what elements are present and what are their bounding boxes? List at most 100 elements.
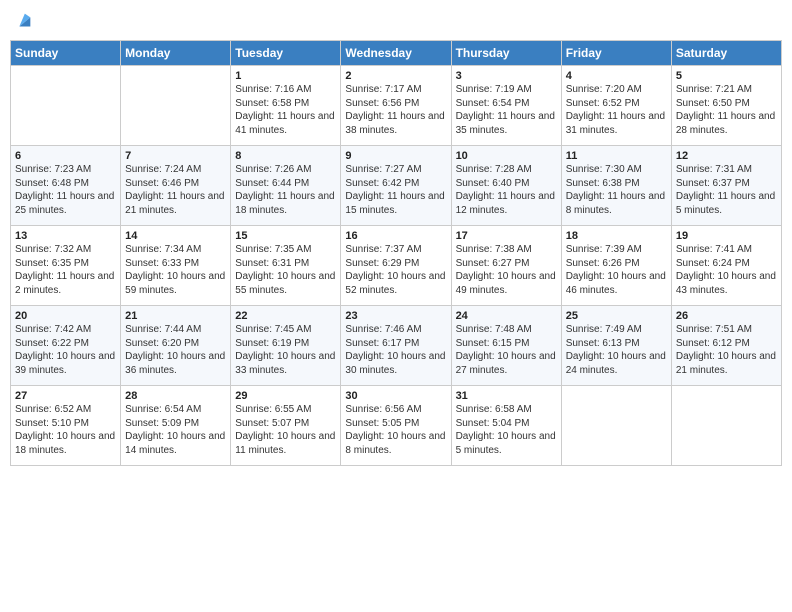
day-info: Sunrise: 7:24 AM Sunset: 6:46 PM Dayligh… (125, 163, 226, 217)
header-friday: Friday (561, 41, 671, 66)
day-info: Sunrise: 7:37 AM Sunset: 6:29 PM Dayligh… (345, 243, 446, 297)
calendar-cell: 27Sunrise: 6:52 AM Sunset: 5:10 PM Dayli… (11, 386, 121, 466)
calendar-cell: 4Sunrise: 7:20 AM Sunset: 6:52 PM Daylig… (561, 66, 671, 146)
day-number: 15 (235, 230, 336, 242)
day-info: Sunrise: 7:28 AM Sunset: 6:40 PM Dayligh… (456, 163, 557, 217)
calendar-cell: 5Sunrise: 7:21 AM Sunset: 6:50 PM Daylig… (671, 66, 781, 146)
calendar-header-row: SundayMondayTuesdayWednesdayThursdayFrid… (11, 41, 782, 66)
day-info: Sunrise: 7:45 AM Sunset: 6:19 PM Dayligh… (235, 323, 336, 377)
day-number: 3 (456, 70, 557, 82)
day-number: 17 (456, 230, 557, 242)
header-tuesday: Tuesday (231, 41, 341, 66)
calendar-cell: 14Sunrise: 7:34 AM Sunset: 6:33 PM Dayli… (121, 226, 231, 306)
day-info: Sunrise: 7:27 AM Sunset: 6:42 PM Dayligh… (345, 163, 446, 217)
header-thursday: Thursday (451, 41, 561, 66)
day-info: Sunrise: 7:16 AM Sunset: 6:58 PM Dayligh… (235, 83, 336, 137)
day-info: Sunrise: 7:48 AM Sunset: 6:15 PM Dayligh… (456, 323, 557, 377)
calendar-cell: 16Sunrise: 7:37 AM Sunset: 6:29 PM Dayli… (341, 226, 451, 306)
day-number: 22 (235, 310, 336, 322)
day-number: 2 (345, 70, 446, 82)
day-number: 10 (456, 150, 557, 162)
header-wednesday: Wednesday (341, 41, 451, 66)
day-number: 28 (125, 390, 226, 402)
calendar-cell: 6Sunrise: 7:23 AM Sunset: 6:48 PM Daylig… (11, 146, 121, 226)
day-number: 7 (125, 150, 226, 162)
day-info: Sunrise: 7:42 AM Sunset: 6:22 PM Dayligh… (15, 323, 116, 377)
day-number: 20 (15, 310, 116, 322)
day-number: 26 (676, 310, 777, 322)
calendar-cell: 21Sunrise: 7:44 AM Sunset: 6:20 PM Dayli… (121, 306, 231, 386)
logo (10, 10, 34, 32)
day-number: 16 (345, 230, 446, 242)
header-monday: Monday (121, 41, 231, 66)
day-number: 12 (676, 150, 777, 162)
day-number: 25 (566, 310, 667, 322)
day-number: 19 (676, 230, 777, 242)
calendar-cell: 12Sunrise: 7:31 AM Sunset: 6:37 PM Dayli… (671, 146, 781, 226)
calendar-cell: 20Sunrise: 7:42 AM Sunset: 6:22 PM Dayli… (11, 306, 121, 386)
calendar-cell: 30Sunrise: 6:56 AM Sunset: 5:05 PM Dayli… (341, 386, 451, 466)
logo-icon (12, 10, 34, 32)
calendar-cell: 1Sunrise: 7:16 AM Sunset: 6:58 PM Daylig… (231, 66, 341, 146)
day-info: Sunrise: 7:34 AM Sunset: 6:33 PM Dayligh… (125, 243, 226, 297)
calendar-cell: 29Sunrise: 6:55 AM Sunset: 5:07 PM Dayli… (231, 386, 341, 466)
day-info: Sunrise: 7:32 AM Sunset: 6:35 PM Dayligh… (15, 243, 116, 297)
calendar-cell: 13Sunrise: 7:32 AM Sunset: 6:35 PM Dayli… (11, 226, 121, 306)
day-info: Sunrise: 7:19 AM Sunset: 6:54 PM Dayligh… (456, 83, 557, 137)
day-info: Sunrise: 7:41 AM Sunset: 6:24 PM Dayligh… (676, 243, 777, 297)
day-number: 4 (566, 70, 667, 82)
calendar-cell (671, 386, 781, 466)
day-info: Sunrise: 7:35 AM Sunset: 6:31 PM Dayligh… (235, 243, 336, 297)
day-number: 5 (676, 70, 777, 82)
header-sunday: Sunday (11, 41, 121, 66)
day-info: Sunrise: 7:44 AM Sunset: 6:20 PM Dayligh… (125, 323, 226, 377)
day-info: Sunrise: 7:31 AM Sunset: 6:37 PM Dayligh… (676, 163, 777, 217)
calendar-cell: 8Sunrise: 7:26 AM Sunset: 6:44 PM Daylig… (231, 146, 341, 226)
day-number: 6 (15, 150, 116, 162)
day-info: Sunrise: 7:26 AM Sunset: 6:44 PM Dayligh… (235, 163, 336, 217)
calendar-cell: 11Sunrise: 7:30 AM Sunset: 6:38 PM Dayli… (561, 146, 671, 226)
day-info: Sunrise: 7:23 AM Sunset: 6:48 PM Dayligh… (15, 163, 116, 217)
calendar-week-row: 13Sunrise: 7:32 AM Sunset: 6:35 PM Dayli… (11, 226, 782, 306)
calendar-cell: 31Sunrise: 6:58 AM Sunset: 5:04 PM Dayli… (451, 386, 561, 466)
day-info: Sunrise: 6:52 AM Sunset: 5:10 PM Dayligh… (15, 403, 116, 457)
page-header (10, 10, 782, 32)
day-info: Sunrise: 7:49 AM Sunset: 6:13 PM Dayligh… (566, 323, 667, 377)
calendar-cell: 25Sunrise: 7:49 AM Sunset: 6:13 PM Dayli… (561, 306, 671, 386)
calendar-cell: 17Sunrise: 7:38 AM Sunset: 6:27 PM Dayli… (451, 226, 561, 306)
calendar-cell: 10Sunrise: 7:28 AM Sunset: 6:40 PM Dayli… (451, 146, 561, 226)
day-number: 9 (345, 150, 446, 162)
day-info: Sunrise: 7:20 AM Sunset: 6:52 PM Dayligh… (566, 83, 667, 137)
calendar-cell: 23Sunrise: 7:46 AM Sunset: 6:17 PM Dayli… (341, 306, 451, 386)
calendar-cell: 7Sunrise: 7:24 AM Sunset: 6:46 PM Daylig… (121, 146, 231, 226)
calendar-cell: 15Sunrise: 7:35 AM Sunset: 6:31 PM Dayli… (231, 226, 341, 306)
calendar-cell (11, 66, 121, 146)
calendar-cell: 9Sunrise: 7:27 AM Sunset: 6:42 PM Daylig… (341, 146, 451, 226)
calendar-cell: 22Sunrise: 7:45 AM Sunset: 6:19 PM Dayli… (231, 306, 341, 386)
day-info: Sunrise: 7:30 AM Sunset: 6:38 PM Dayligh… (566, 163, 667, 217)
calendar-cell (121, 66, 231, 146)
day-info: Sunrise: 6:58 AM Sunset: 5:04 PM Dayligh… (456, 403, 557, 457)
header-saturday: Saturday (671, 41, 781, 66)
day-number: 23 (345, 310, 446, 322)
day-info: Sunrise: 7:21 AM Sunset: 6:50 PM Dayligh… (676, 83, 777, 137)
day-number: 18 (566, 230, 667, 242)
calendar-week-row: 1Sunrise: 7:16 AM Sunset: 6:58 PM Daylig… (11, 66, 782, 146)
calendar-cell: 28Sunrise: 6:54 AM Sunset: 5:09 PM Dayli… (121, 386, 231, 466)
calendar-table: SundayMondayTuesdayWednesdayThursdayFrid… (10, 40, 782, 466)
day-number: 1 (235, 70, 336, 82)
calendar-cell: 2Sunrise: 7:17 AM Sunset: 6:56 PM Daylig… (341, 66, 451, 146)
day-info: Sunrise: 6:54 AM Sunset: 5:09 PM Dayligh… (125, 403, 226, 457)
day-number: 11 (566, 150, 667, 162)
calendar-cell: 18Sunrise: 7:39 AM Sunset: 6:26 PM Dayli… (561, 226, 671, 306)
calendar-cell: 19Sunrise: 7:41 AM Sunset: 6:24 PM Dayli… (671, 226, 781, 306)
day-number: 30 (345, 390, 446, 402)
day-info: Sunrise: 7:17 AM Sunset: 6:56 PM Dayligh… (345, 83, 446, 137)
day-number: 27 (15, 390, 116, 402)
day-info: Sunrise: 7:51 AM Sunset: 6:12 PM Dayligh… (676, 323, 777, 377)
day-number: 14 (125, 230, 226, 242)
day-number: 21 (125, 310, 226, 322)
day-info: Sunrise: 7:39 AM Sunset: 6:26 PM Dayligh… (566, 243, 667, 297)
day-number: 8 (235, 150, 336, 162)
calendar-cell: 3Sunrise: 7:19 AM Sunset: 6:54 PM Daylig… (451, 66, 561, 146)
